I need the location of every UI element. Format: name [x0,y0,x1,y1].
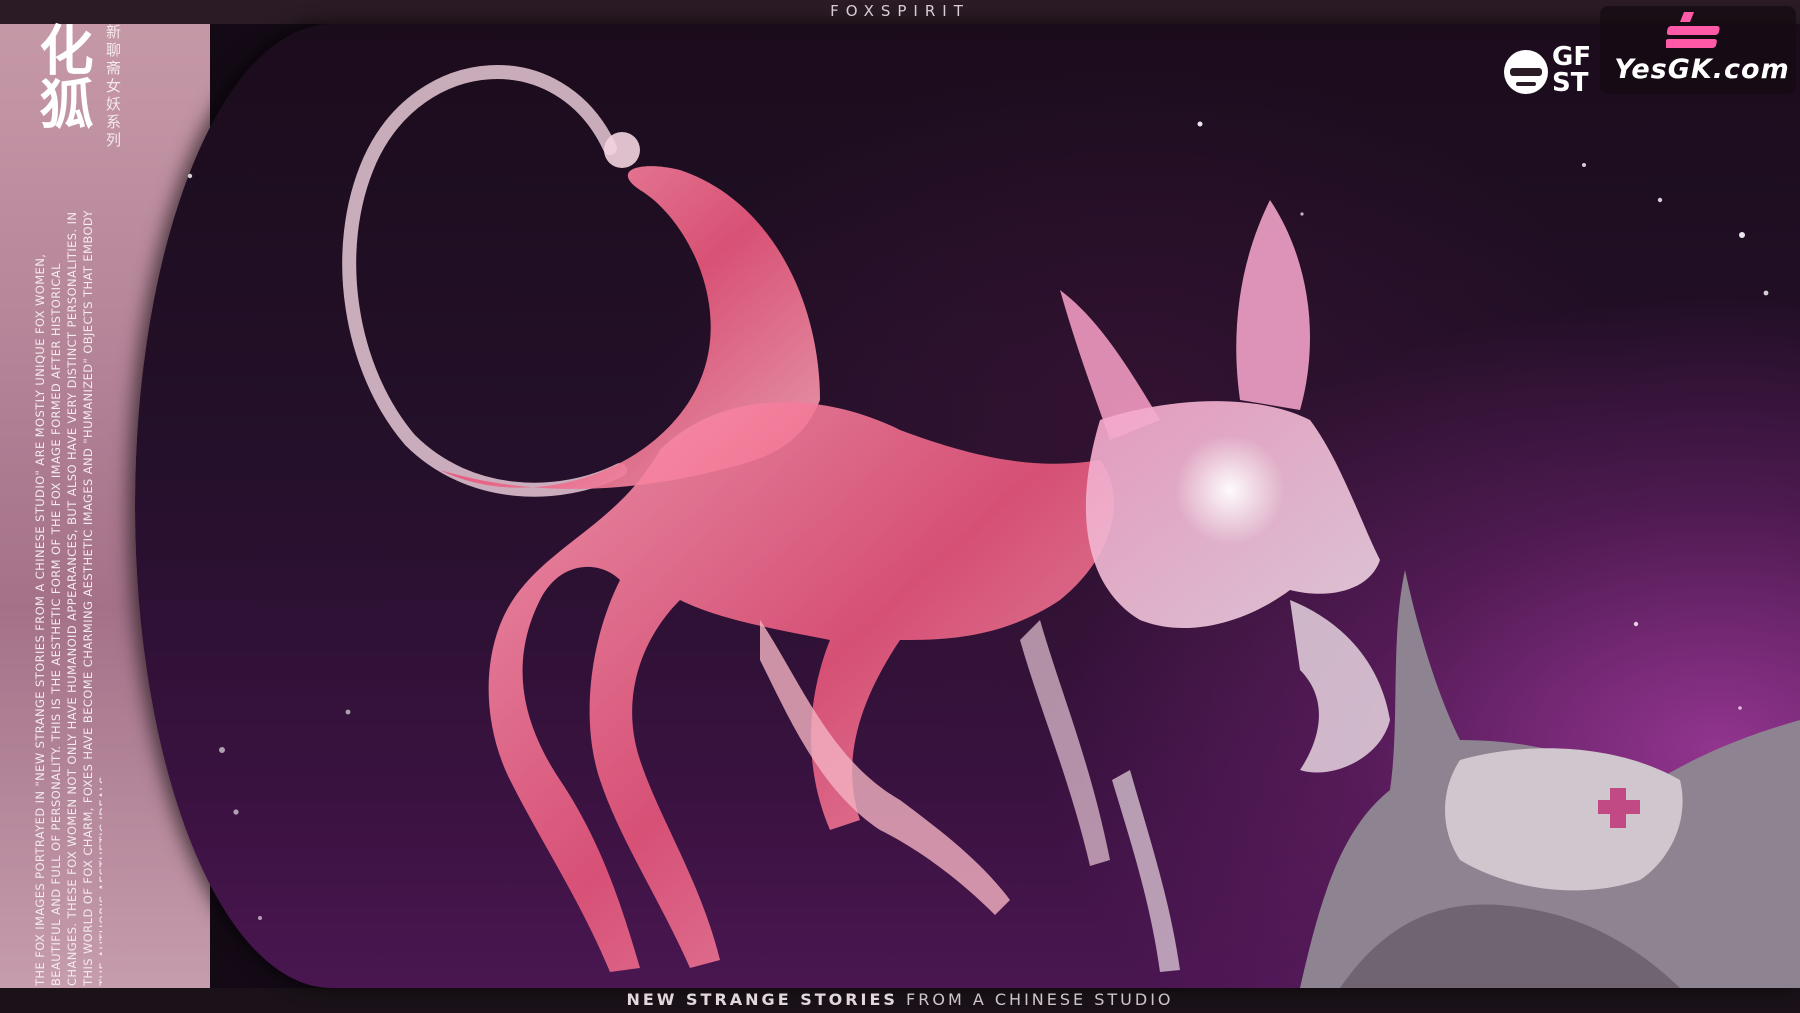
nurse-fox-figure [1300,570,1800,988]
fox-head [1060,200,1390,773]
product-image-stage: FOXSPIRIT 化狐 新聊斋女妖系列 THE FOX IMAGES PORT… [0,0,1800,1013]
yesgk-logo-icon [1664,8,1730,60]
footer-tagline: NEW STRANGE STORIES FROM A CHINESE STUDI… [560,990,1240,1012]
series-logo-glyphs: 化狐 [30,22,94,130]
series-title-chinese: 新聊斋女妖系列 [104,24,122,150]
tagline-light: FROM A CHINESE STUDIO [906,990,1174,1009]
series-description: THE FOX IMAGES PORTRAYED IN "NEW STRANGE… [33,210,102,986]
fox-statue-illustration [187,65,1800,988]
watermark-text: YesGK.com [1614,54,1790,85]
brand-title: FOXSPIRIT [830,2,970,20]
tagline-strong: NEW STRANGE STORIES [626,990,898,1009]
